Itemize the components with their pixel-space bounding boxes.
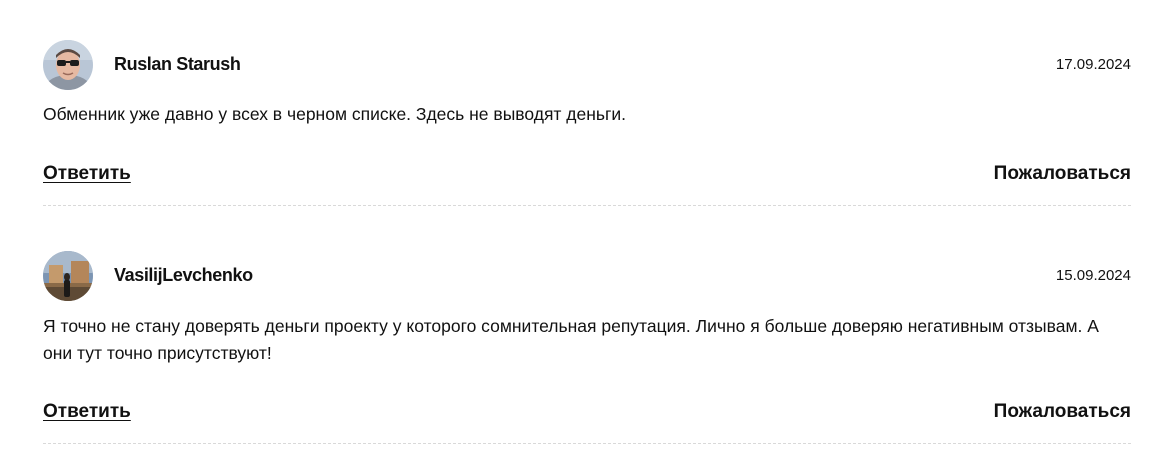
- comment-item: VasilijLevchenko 15.09.2024 Я точно не с…: [43, 251, 1131, 444]
- report-link[interactable]: Пожаловаться: [994, 161, 1131, 187]
- comment-header: VasilijLevchenko 15.09.2024: [43, 251, 1131, 301]
- comment-date: 17.09.2024: [1055, 56, 1131, 73]
- comment-date: 15.09.2024: [1055, 267, 1131, 284]
- user-photo-icon: [43, 40, 93, 90]
- user-photo-icon: [43, 251, 93, 301]
- avatar: [43, 251, 93, 301]
- reply-link[interactable]: Ответить: [43, 161, 131, 187]
- comment-actions: Ответить Пожаловаться: [43, 161, 1131, 187]
- reply-link[interactable]: Ответить: [43, 399, 131, 425]
- comments-list: Ruslan Starush 17.09.2024 Обменник уже д…: [0, 0, 1154, 464]
- comment-author: VasilijLevchenko: [114, 265, 253, 285]
- comment-text: Я точно не стану доверять деньги проекту…: [43, 316, 1099, 363]
- comment-actions: Ответить Пожаловаться: [43, 399, 1131, 425]
- report-link[interactable]: Пожаловаться: [994, 399, 1131, 425]
- comment-header: Ruslan Starush 17.09.2024: [43, 40, 1131, 90]
- comment-item: Ruslan Starush 17.09.2024 Обменник уже д…: [43, 40, 1131, 206]
- comment-author: Ruslan Starush: [114, 54, 241, 74]
- avatar: [43, 40, 93, 90]
- comment-text: Обменник уже давно у всех в черном списк…: [43, 104, 627, 124]
- comment-divider: [43, 443, 1131, 444]
- comment-divider: [43, 205, 1131, 206]
